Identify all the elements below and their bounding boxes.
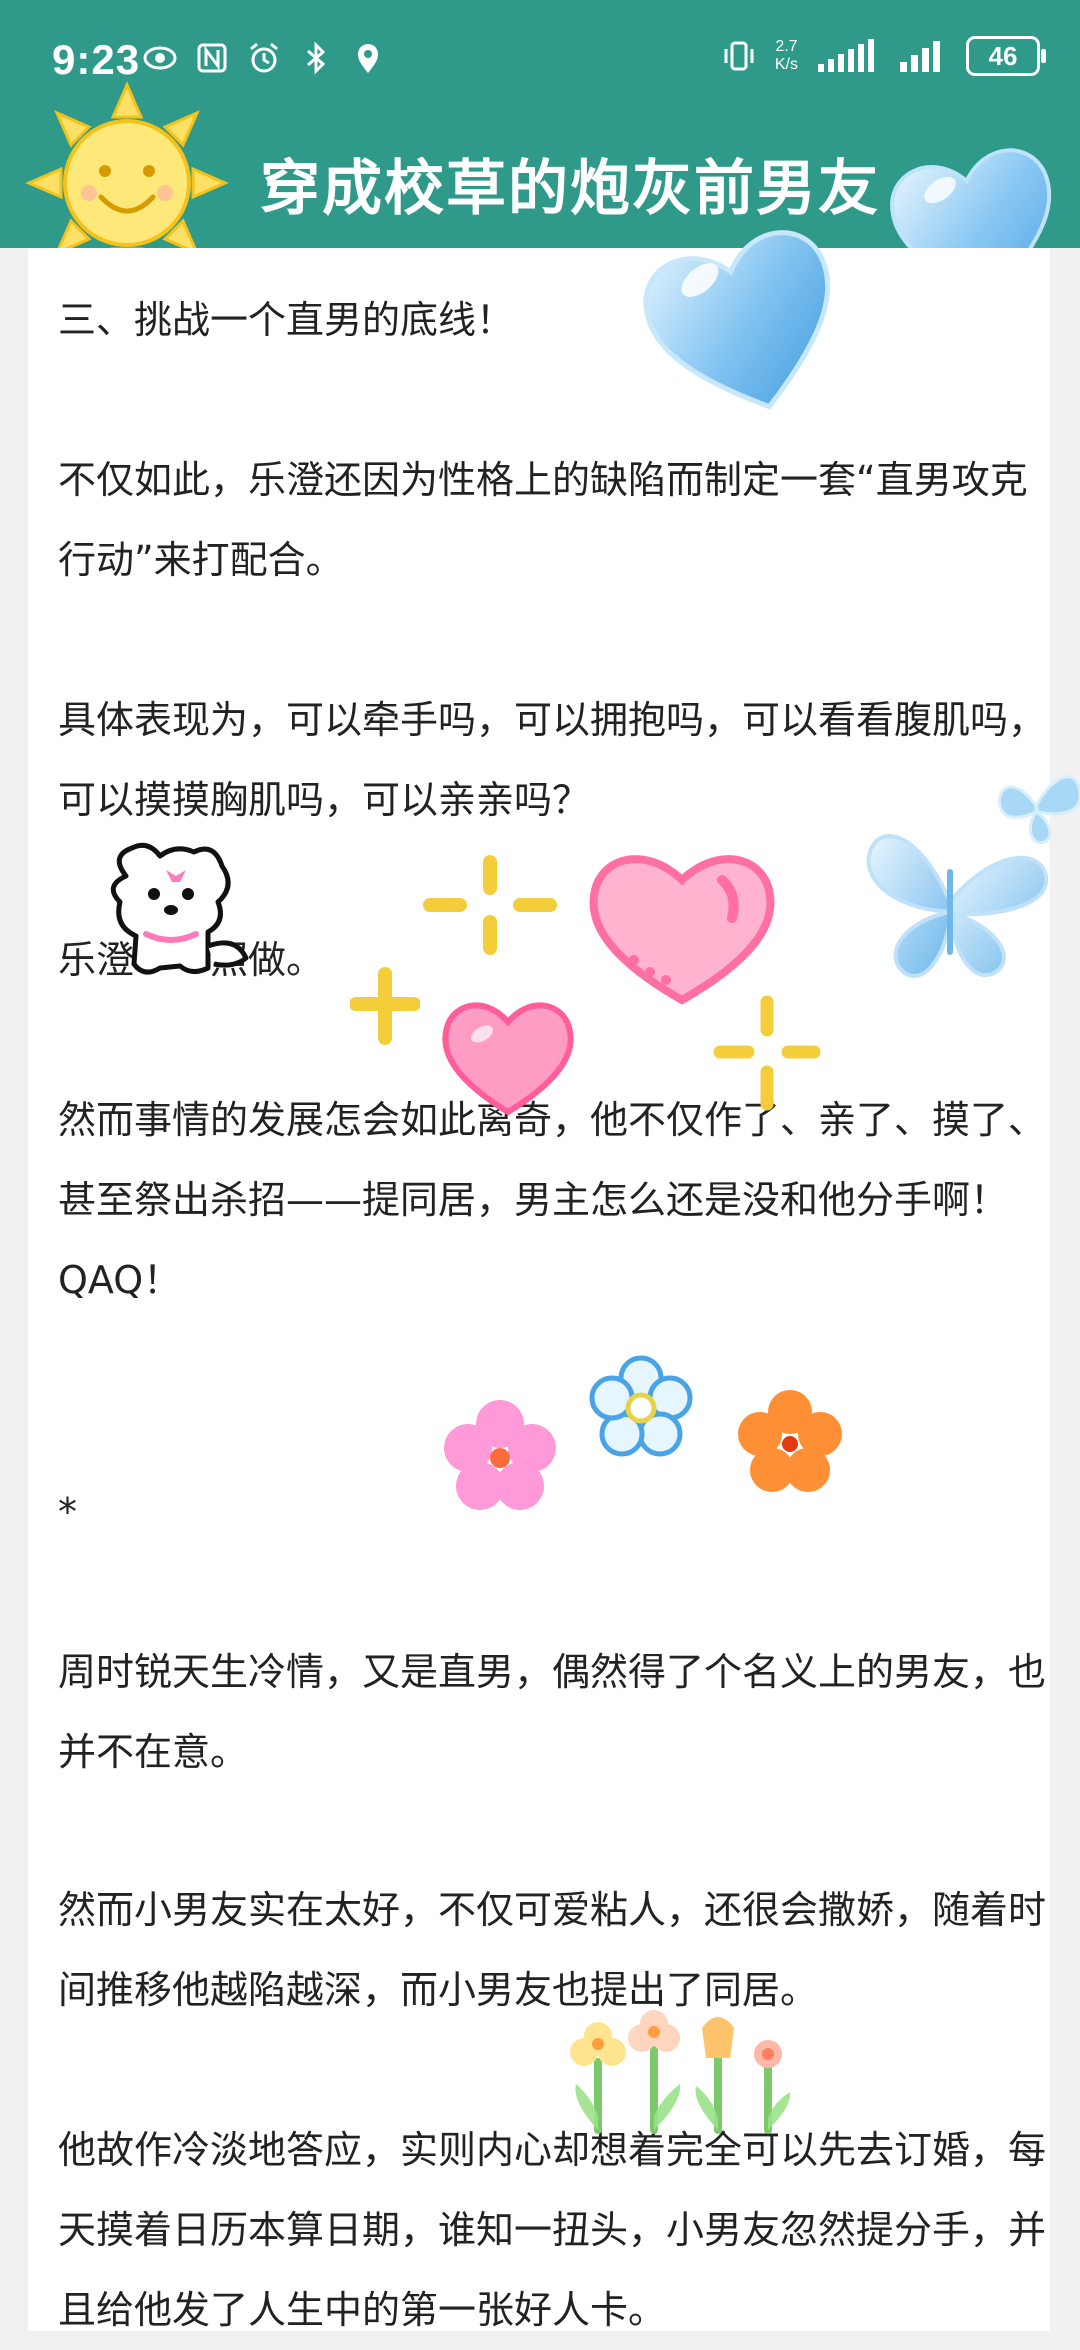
alarm-icon (250, 42, 278, 73)
page-title: 穿成校草的炮灰前男友 (260, 154, 880, 224)
dot (1012, 175, 1022, 185)
article-paragraph: 然而小男友实在太好，不仅可爱粘人，还很会撒娇，随着时间推移他越陷越深，而小男友也… (58, 1888, 1047, 2012)
bluetooth-icon (307, 41, 326, 75)
network-speed: 2.7 K/s (775, 38, 798, 74)
network-speed-value: 2.7 (775, 38, 798, 55)
article-paragraph: 三、挑战一个直男的底线！ (58, 298, 515, 342)
more-dots-icon[interactable] (982, 150, 1052, 210)
network-speed-unit: K/s (774, 56, 798, 73)
article-paragraph: * (58, 1490, 77, 1534)
status-icons-left (142, 40, 386, 76)
article-paragraph: 乐澄一一照做。 (58, 938, 325, 982)
app-header: 9:23 2.7 K/s 46 穿成校草的炮灰前男友 (0, 0, 1080, 248)
article-paragraph: 具体表现为，可以牵手吗，可以拥抱吗，可以看看腹肌吗，可以摸摸胸肌吗，可以亲亲吗？ (58, 698, 1047, 822)
status-icons-right: 2.7 K/s 46 (721, 36, 1046, 76)
article-paragraph: 不仅如此，乐澄还因为性格上的缺陷而制定一套“直男攻克行动”来打配合。 (58, 458, 1028, 582)
article-paragraph: 周时锐天生冷情，又是直男，偶然得了个名义上的男友，也并不在意。 (58, 1650, 1047, 1774)
status-bar: 9:23 2.7 K/s 46 (0, 30, 1080, 94)
vibrate-icon (724, 41, 754, 71)
location-icon (358, 44, 378, 73)
nfc-icon (197, 43, 227, 73)
status-time: 9:23 (52, 36, 141, 83)
signal-icon (818, 39, 874, 72)
article-content: 三、挑战一个直男的底线！ 不仅如此，乐澄还因为性格上的缺陷而制定一套“直男攻克行… (28, 248, 1050, 2332)
signal-icon (900, 41, 940, 72)
article-paragraph: 然而事情的发展怎会如此离奇，他不仅作了、亲了、摸了、甚至祭出杀招——提同居，男主… (58, 1098, 1047, 1302)
article-paragraph: 他故作冷淡地答应，实则内心却想着完全可以先去订婚，每天摸着日历本算日期，谁知一扭… (58, 2128, 1047, 2332)
battery-indicator: 46 (966, 36, 1046, 76)
dot (1030, 175, 1040, 185)
dot (994, 175, 1004, 185)
eye-icon (143, 46, 177, 70)
